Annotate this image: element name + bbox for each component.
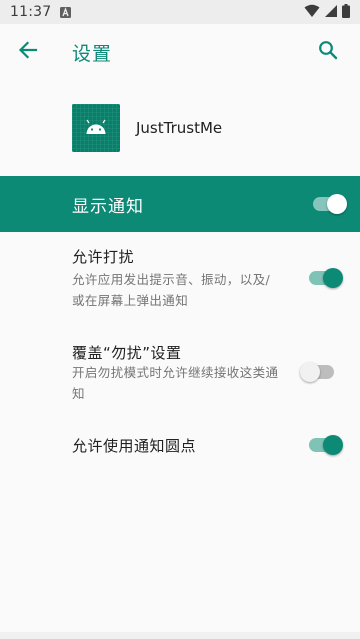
pref-title: 允许打扰 xyxy=(72,248,135,266)
font-a-icon xyxy=(59,6,71,18)
allow-interruptions-switch[interactable] xyxy=(307,266,343,290)
cellular-signal-icon xyxy=(324,3,338,22)
arrow-back-icon xyxy=(18,40,38,64)
switch-thumb xyxy=(323,268,343,288)
show-notifications-label: 显示通知 xyxy=(72,196,144,217)
status-bar: 11:37 xyxy=(0,0,360,24)
page-title: 设置 xyxy=(72,42,113,65)
pref-title: 允许使用通知圆点 xyxy=(72,437,197,455)
pref-title: 覆盖“勿扰”设置 xyxy=(72,344,182,362)
pref-notification-dots[interactable]: 允许使用通知圆点 xyxy=(0,414,360,478)
pref-summary: 允许应用发出提示音、振动，以及/或在屏幕上弹出通知 xyxy=(72,272,271,308)
pref-allow-interruptions[interactable]: 允许打扰 允许应用发出提示音、振动，以及/或在屏幕上弹出通知 xyxy=(0,232,360,324)
switch-thumb xyxy=(323,435,343,455)
app-name: JustTrustMe xyxy=(136,119,223,137)
android-robot-icon xyxy=(72,104,120,152)
show-notifications-switch[interactable] xyxy=(311,192,347,216)
navigation-bar-edge xyxy=(0,632,360,639)
status-time: 11:37 xyxy=(10,4,52,20)
override-dnd-switch[interactable] xyxy=(300,360,336,384)
pref-override-dnd[interactable]: 覆盖“勿扰”设置 开启勿扰模式时允许继续接收这类通知 xyxy=(0,324,360,414)
back-button[interactable] xyxy=(0,24,56,80)
search-button[interactable] xyxy=(300,24,356,80)
notification-dots-switch[interactable] xyxy=(307,433,343,457)
wifi-icon xyxy=(304,3,320,22)
search-icon xyxy=(318,40,338,64)
show-notifications-bar[interactable]: 显示通知 xyxy=(0,176,360,232)
pref-summary: 开启勿扰模式时允许继续接收这类通知 xyxy=(72,365,279,401)
switch-thumb xyxy=(327,194,347,214)
status-right xyxy=(304,3,350,22)
switch-thumb xyxy=(300,362,320,382)
status-left: 11:37 xyxy=(10,4,71,20)
battery-icon xyxy=(342,3,350,22)
app-header: JustTrustMe xyxy=(0,80,360,176)
app-bar: 设置 xyxy=(0,24,360,80)
